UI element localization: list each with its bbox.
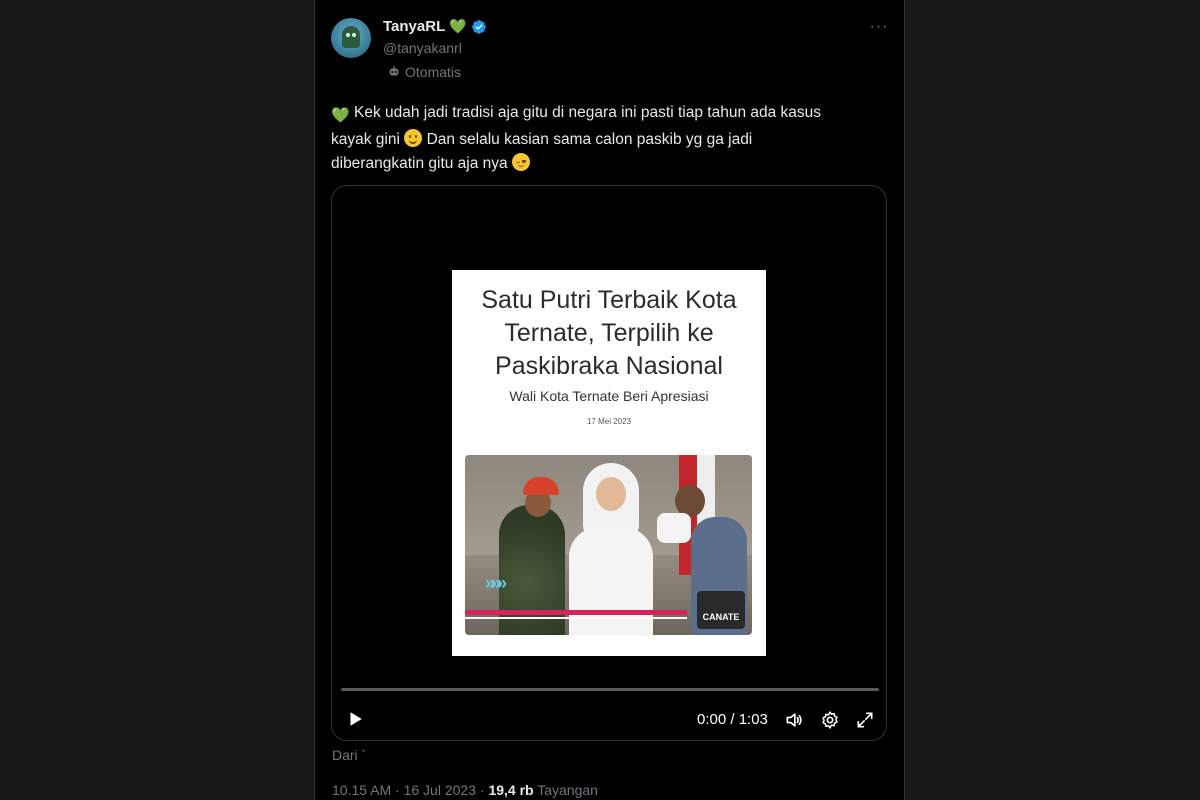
timestamp[interactable]: 10.15 AM · 16 Jul 2023 · <box>332 782 488 798</box>
photo-stripe <box>465 617 687 619</box>
video-controls: 0:00 / 1:03 <box>332 702 886 734</box>
poster-title-line: Ternate, Terpilih ke <box>504 319 714 347</box>
views-label: Tayangan <box>533 782 598 798</box>
more-options-icon[interactable]: ··· <box>868 16 890 38</box>
video-poster[interactable]: Satu Putri Terbaik Kota Ternate, Terpili… <box>452 270 766 656</box>
poster-title-line: Satu Putri Terbaik Kota <box>481 286 737 314</box>
photo-bag <box>657 513 691 543</box>
source-label[interactable]: Dari ` <box>332 747 366 763</box>
author-handle[interactable]: @tanyakanrl <box>383 40 462 56</box>
views-count: 19,4 rb <box>488 782 534 798</box>
relieved-emoji-icon <box>511 153 530 171</box>
poster-subtitle: Wali Kota Ternate Beri Apresiasi <box>509 388 709 404</box>
author-row: TanyaRL 💚 <box>383 18 487 35</box>
automated-label: Otomatis <box>387 64 461 80</box>
photo-stripe <box>465 610 687 615</box>
play-icon[interactable] <box>346 710 364 728</box>
green-heart-emoji-icon: 💚 <box>331 107 350 124</box>
tweet-line-2b: Dan selalu kasian sama calon paskib yg g… <box>426 131 753 148</box>
poster-date: 17 Mei 2023 <box>586 417 632 426</box>
automated-text: Otomatis <box>405 64 462 80</box>
photo-person <box>499 505 565 635</box>
smile-emoji-icon <box>404 129 423 147</box>
tweet-line-2a: kayak gini <box>331 131 400 148</box>
poster-title: Satu Putri Terbaik Kota Ternate, Terpili… <box>452 284 766 383</box>
photo-person-head <box>596 477 626 511</box>
settings-gear-icon[interactable] <box>820 710 840 730</box>
tweet-meta: 10.15 AM · 16 Jul 2023 · 19,4 rb Tayanga… <box>332 782 598 798</box>
fullscreen-icon[interactable] <box>855 710 875 730</box>
author-name[interactable]: TanyaRL <box>383 18 445 35</box>
robot-icon <box>389 65 399 76</box>
verified-badge-icon <box>471 19 486 34</box>
poster-photo: »»» CANATE <box>465 455 752 635</box>
avatar-eye <box>352 33 356 37</box>
avatar[interactable] <box>331 18 371 58</box>
poster-title-line: Paskibraka Nasional <box>495 352 723 380</box>
tweet-text: 💚 Kek udah jadi tradisi aja gitu di nega… <box>331 101 886 176</box>
tweet-line-1: Kek udah jadi tradisi aja gitu di negara… <box>354 104 822 121</box>
video-time: 0:00 / 1:03 <box>697 711 768 728</box>
avatar-figure <box>342 26 360 48</box>
chevrons-icon: »»» <box>485 573 507 593</box>
poster-logo: CANATE <box>697 591 745 629</box>
video-progress-bar[interactable] <box>341 688 879 691</box>
video-player[interactable]: Satu Putri Terbaik Kota Ternate, Terpili… <box>331 185 887 741</box>
volume-icon[interactable] <box>784 710 804 730</box>
tweet-line-3: diberangkatin gitu aja nya <box>331 155 508 172</box>
green-heart-icon: 💚 <box>449 18 467 34</box>
avatar-eye <box>346 33 350 37</box>
